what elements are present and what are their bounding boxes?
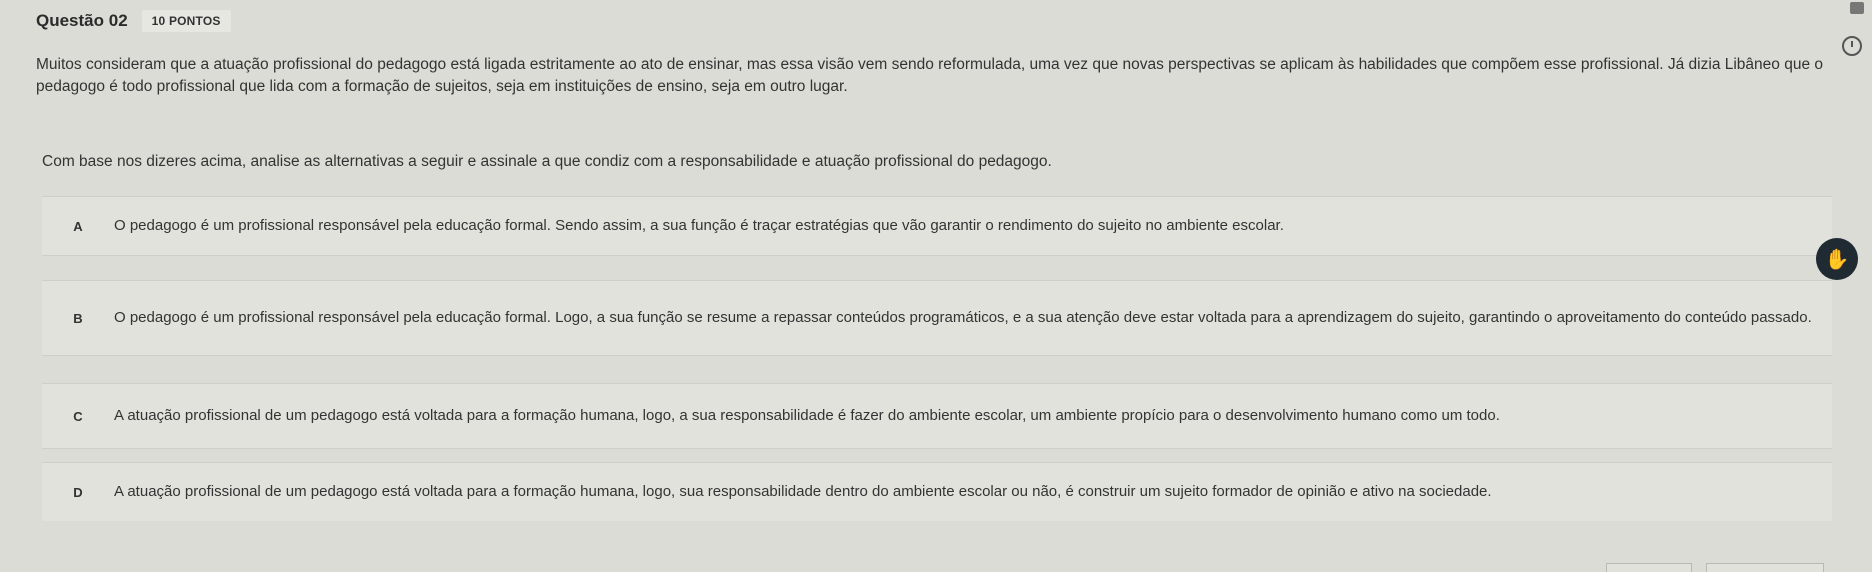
question-header: Questão 02 10 PONTOS (36, 10, 231, 32)
question-statement: Muitos consideram que a atuação profissi… (36, 56, 1824, 95)
bottom-tab[interactable] (1606, 563, 1692, 572)
alternative-letter: C (73, 408, 83, 424)
scroll-top-icon[interactable] (1850, 2, 1864, 14)
alternative-text: O pedagogo é um profissional responsável… (114, 217, 1284, 234)
alternative-text: A atuação profissional de um pedagogo es… (114, 407, 1500, 424)
assist-button[interactable]: ✋ (1816, 238, 1858, 280)
alternative-a[interactable]: A O pedagogo é um profissional responsáv… (42, 196, 1832, 256)
clock-icon (1842, 36, 1862, 56)
alternative-letter: A (73, 218, 83, 234)
alternative-text: O pedagogo é um profissional responsável… (114, 309, 1812, 326)
alternative-letter: D (73, 484, 83, 500)
alternative-d[interactable]: D A atuação profissional de um pedagogo … (42, 462, 1832, 521)
alternative-c[interactable]: C A atuação profissional de um pedagogo … (42, 383, 1832, 449)
question-title: Questão 02 (36, 11, 128, 30)
bottom-tab[interactable] (1706, 563, 1824, 572)
alternative-b[interactable]: B O pedagogo é um profissional responsáv… (42, 280, 1832, 356)
assist-icon: ✋ (1824, 248, 1850, 271)
points-badge: 10 PONTOS (141, 10, 231, 32)
alternative-text: A atuação profissional de um pedagogo es… (114, 483, 1492, 500)
alternative-letter: B (73, 310, 83, 326)
question-instruction: Com base nos dizeres acima, analise as a… (42, 153, 1052, 170)
